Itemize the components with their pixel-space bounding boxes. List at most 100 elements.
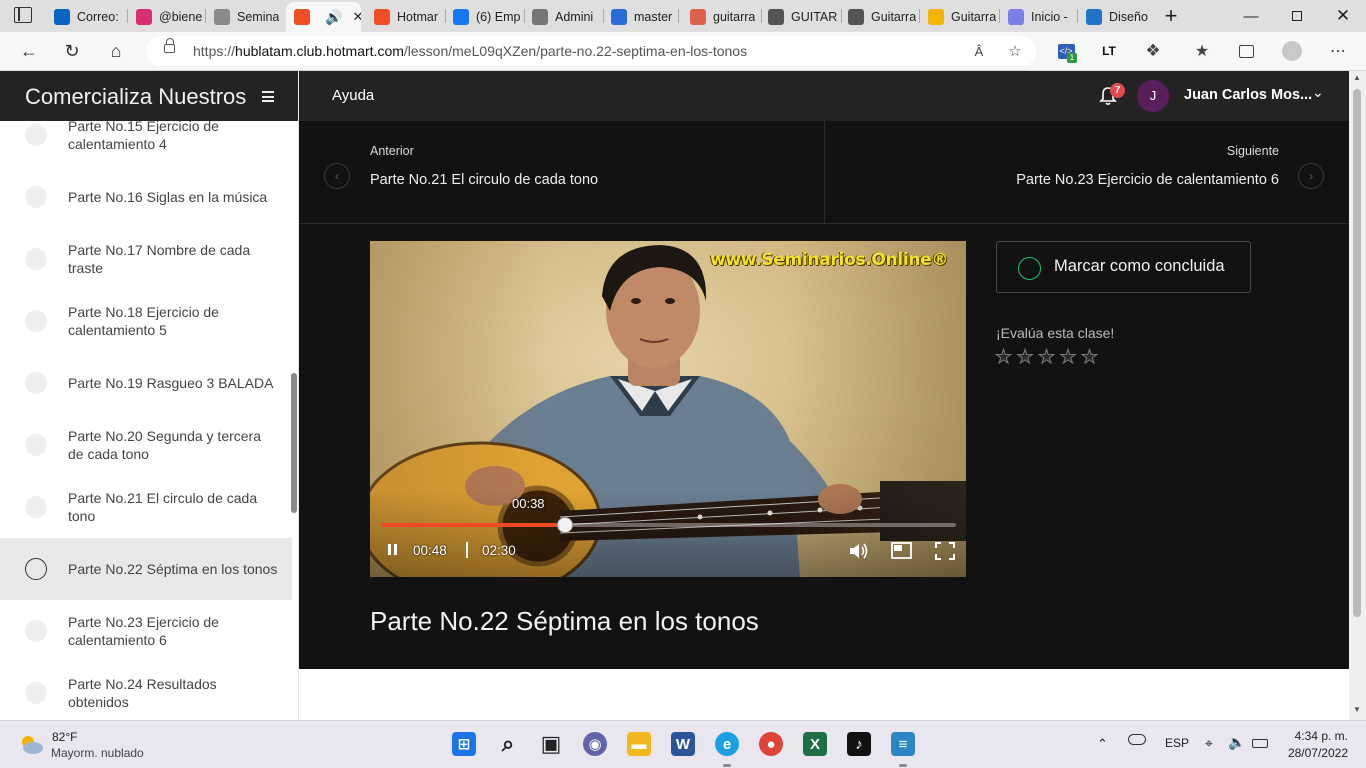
speaker-icon[interactable]: 🔈 <box>1228 734 1245 751</box>
lesson-item[interactable]: Parte No.24 Resultados obtenidos <box>0 662 292 720</box>
settings-menu-icon[interactable]: ⋯ <box>1327 40 1349 62</box>
menu-icon[interactable] <box>262 91 274 102</box>
scroll-down-icon[interactable]: ▼ <box>1353 705 1361 714</box>
progress-bar[interactable] <box>381 523 956 527</box>
lesson-item[interactable]: Parte No.21 El circulo de cada tono <box>0 476 292 538</box>
avatar[interactable]: J <box>1137 80 1169 112</box>
browser-tab[interactable]: master <box>603 2 677 32</box>
browser-tab[interactable]: Hotmar <box>366 2 444 32</box>
close-window-button[interactable]: ✕ <box>1320 0 1366 32</box>
browser-tab[interactable]: guitarra <box>682 2 760 32</box>
lesson-item[interactable]: Parte No.18 Ejercicio de calentamiento 5 <box>0 290 292 352</box>
back-button[interactable]: ← <box>14 37 44 65</box>
lesson-item[interactable]: Parte No.16 Siglas en la música <box>0 166 292 228</box>
collections-icon[interactable] <box>1235 40 1257 62</box>
favorites-icon[interactable]: ★ <box>1191 40 1213 62</box>
scroll-thumb[interactable] <box>1353 89 1361 617</box>
volume-icon[interactable] <box>848 542 870 560</box>
windows-start-icon[interactable]: ⊞ <box>452 732 476 756</box>
browser-tab[interactable]: Guitarra <box>840 2 918 32</box>
chevron-left-icon[interactable]: ‹ <box>324 163 350 189</box>
lesson-item[interactable]: Parte No.23 Ejercicio de calentamiento 6 <box>0 600 292 662</box>
chrome-icon[interactable]: ● <box>759 732 783 756</box>
mark-complete-button[interactable]: Marcar como concluida <box>996 241 1251 293</box>
help-link[interactable]: Ayuda <box>332 87 374 104</box>
lesson-item[interactable]: Parte No.17 Nombre de cada traste <box>0 228 292 290</box>
languagetool-icon[interactable]: LT <box>1098 40 1120 62</box>
tab-actions-icon[interactable] <box>14 7 32 23</box>
partly-cloudy-icon[interactable] <box>18 733 44 755</box>
browser-tab[interactable]: GUITAR <box>760 2 840 32</box>
lesson-status-circle-icon <box>25 558 47 580</box>
sidebar-scrollbar[interactable] <box>291 373 297 513</box>
lesson-item[interactable]: Parte No.19 Rasgueo 3 BALADA <box>0 352 292 414</box>
edge-icon[interactable]: e <box>715 732 739 756</box>
browser-tab[interactable]: (6) Emp <box>445 2 523 32</box>
user-name[interactable]: Juan Carlos Mos... <box>1184 87 1312 103</box>
scroll-up-icon[interactable]: ▲ <box>1353 73 1361 82</box>
chevron-down-icon[interactable]: ⌄ <box>1312 84 1324 101</box>
weather-description[interactable]: Mayorm. nublado <box>51 746 144 760</box>
video-player[interactable]: www.Seminarios.Online® 00:38 00:48 02:30 <box>370 241 966 577</box>
excel-icon[interactable]: X <box>803 732 827 756</box>
close-tab-icon[interactable]: ✕ <box>352 9 361 25</box>
star-icon[interactable]: ★ <box>1059 347 1082 369</box>
sidebar-header: Comercializa Nuestros <box>0 71 298 121</box>
maximize-button[interactable] <box>1274 0 1320 32</box>
task-view-icon[interactable]: ▣ <box>536 729 566 759</box>
browser-tab[interactable]: Correo: <box>46 2 126 32</box>
onedrive-icon[interactable] <box>1128 734 1146 748</box>
extension-devtools-icon[interactable]: </> 1 <box>1055 40 1077 63</box>
read-aloud-icon[interactable]: Â <box>968 40 990 62</box>
clock-date[interactable]: 28/07/2022 <box>1282 746 1348 760</box>
browser-tab[interactable]: 🔊 ✕ <box>286 2 361 32</box>
picture-in-picture-icon[interactable] <box>891 542 913 560</box>
tiktok-icon[interactable]: ♪ <box>847 732 871 756</box>
star-icon[interactable]: ★ <box>1081 347 1103 369</box>
windows-taskbar: 82°F Mayorm. nublado ⊞ ⌕ ▣ ◉ ▬ We ● X ♪ ≡ ⌃ ESP ⌖… <box>0 720 1366 768</box>
weather-temperature[interactable]: 82°F <box>52 730 77 744</box>
hotmart-icon <box>294 9 310 25</box>
browser-tab[interactable]: Diseño <box>1078 2 1148 32</box>
minimize-button[interactable]: — <box>1228 0 1274 32</box>
browser-tab[interactable]: Admini <box>524 2 602 32</box>
star-icon[interactable]: ★ <box>995 347 1017 369</box>
url-text: https://hublatam.club.hotmart.com/lesson… <box>193 43 748 59</box>
teams-chat-icon[interactable]: ◉ <box>583 732 607 756</box>
chevron-right-icon[interactable]: › <box>1298 163 1324 189</box>
home-button[interactable]: ⌂ <box>101 37 131 65</box>
browser-tab[interactable]: Guitarra <box>920 2 998 32</box>
progress-handle[interactable] <box>557 517 573 533</box>
star-icon[interactable]: ★ <box>1038 347 1060 369</box>
url-field[interactable]: https://hublatam.club.hotmart.com/lesson… <box>146 36 1036 66</box>
profile-icon[interactable] <box>1281 40 1303 62</box>
next-lesson-link[interactable]: Parte No.23 Ejercicio de calentamiento 6 <box>1016 172 1279 188</box>
lock-icon[interactable] <box>164 38 175 53</box>
star-icon[interactable]: ★ <box>1016 347 1039 369</box>
lesson-item[interactable]: Parte No.22 Séptima en los tonos <box>0 538 292 600</box>
browser-tab[interactable]: Semina <box>206 2 286 32</box>
language-indicator[interactable]: ESP <box>1165 736 1189 750</box>
chevron-up-icon[interactable]: ⌃ <box>1097 736 1108 752</box>
word-icon[interactable]: W <box>671 732 695 756</box>
wifi-icon[interactable]: ⌖ <box>1205 735 1213 752</box>
battery-icon[interactable] <box>1252 737 1268 751</box>
previous-lesson-link[interactable]: Parte No.21 El circulo de cada tono <box>370 172 598 188</box>
clock-time[interactable]: 4:34 p. m. <box>1294 729 1348 743</box>
browser-tab[interactable]: @biene <box>128 2 204 32</box>
add-favorite-icon[interactable]: ☆ <box>1004 40 1026 62</box>
lesson-item[interactable]: Parte No.20 Segunda y tercera de cada to… <box>0 414 292 476</box>
tab-label: Correo: <box>77 10 119 24</box>
tab-audio-icon[interactable]: 🔊 <box>325 9 342 26</box>
notepad-icon[interactable]: ≡ <box>891 732 915 756</box>
pause-icon[interactable] <box>388 544 398 555</box>
search-icon[interactable]: ⌕ <box>493 729 523 759</box>
new-tab-button[interactable]: + <box>1148 0 1194 32</box>
extensions-icon[interactable]: ❖ <box>1142 40 1164 62</box>
browser-tab[interactable]: Inicio - <box>1000 2 1076 32</box>
page-scrollbar[interactable]: ▲ ▼ <box>1349 71 1366 720</box>
fullscreen-icon[interactable] <box>935 542 955 560</box>
file-explorer-icon[interactable]: ▬ <box>627 732 651 756</box>
mark-complete-label: Marcar como concluida <box>1054 257 1225 275</box>
reload-button[interactable]: ↻ <box>57 37 87 65</box>
